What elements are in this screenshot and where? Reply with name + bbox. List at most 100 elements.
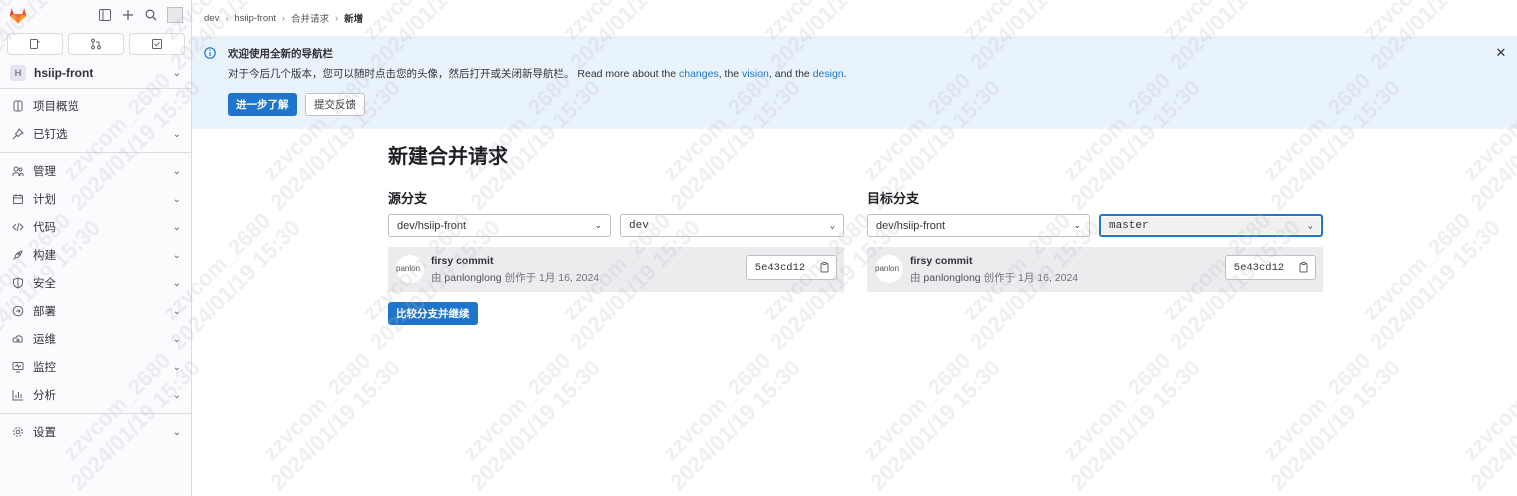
sidebar-item-label: 构建 bbox=[33, 250, 56, 262]
breadcrumb-item-new[interactable]: 新增 bbox=[344, 11, 363, 25]
users-icon bbox=[12, 165, 24, 177]
chevron-down-icon: ⌄ bbox=[172, 221, 181, 233]
chevron-down-icon: ⌄ bbox=[1307, 220, 1313, 231]
chevron-down-icon: ⌄ bbox=[172, 249, 181, 261]
breadcrumb-separator-icon: › bbox=[225, 13, 229, 23]
plus-icon[interactable] bbox=[121, 8, 135, 22]
sidebar-item-label: 设置 bbox=[33, 427, 56, 439]
project-icon bbox=[12, 100, 24, 112]
source-project-select[interactable]: dev/hsiip-front ⌄ bbox=[388, 214, 611, 237]
breadcrumb-item-dev[interactable]: dev bbox=[204, 13, 219, 24]
breadcrumb: dev › hsiip-front › 合并请求 › 新增 bbox=[192, 0, 1517, 36]
sidebar-item-settings[interactable]: 设置 ⌄ bbox=[0, 418, 191, 446]
issues-icon bbox=[30, 39, 40, 49]
code-icon bbox=[12, 221, 24, 233]
chevron-down-icon: ⌄ bbox=[172, 277, 181, 289]
search-icon[interactable] bbox=[144, 8, 158, 22]
sidebar-item-label: 项目概览 bbox=[33, 101, 79, 113]
chevron-down-icon: ⌄ bbox=[172, 128, 181, 140]
sidebar-item-monitor[interactable]: 监控 ⌄ bbox=[0, 353, 191, 381]
chevron-down-icon: ⌄ bbox=[172, 193, 181, 205]
commit-author-avatar[interactable]: panlon bbox=[875, 255, 903, 283]
copy-icon[interactable] bbox=[813, 255, 837, 280]
sidebar-item-cloud-gear[interactable]: 运维 ⌄ bbox=[0, 325, 191, 353]
sidebar-item-calendar[interactable]: 计划 ⌄ bbox=[0, 185, 191, 213]
sidebar-item-label: 安全 bbox=[33, 278, 56, 290]
compare-branches-button[interactable]: 比较分支并继续 bbox=[388, 302, 478, 325]
commit-author[interactable]: panlonglong bbox=[923, 272, 980, 284]
todos-button[interactable] bbox=[129, 33, 185, 55]
commit-title[interactable]: firsy commit bbox=[910, 255, 972, 267]
sidebar-item-chart[interactable]: 分析 ⌄ bbox=[0, 381, 191, 409]
chevron-down-icon: ⌄ bbox=[172, 333, 181, 345]
cloud-gear-icon bbox=[12, 333, 24, 345]
target-branch-value: master bbox=[1109, 219, 1149, 232]
banner-suffix: . bbox=[843, 68, 847, 80]
link-design[interactable]: design bbox=[813, 68, 844, 80]
banner-separator: , and the bbox=[768, 68, 813, 80]
chevron-down-icon: ⌄ bbox=[172, 426, 181, 438]
link-vision[interactable]: vision bbox=[742, 68, 769, 80]
source-branch-select[interactable]: dev ⌄ bbox=[620, 214, 844, 237]
project-switcher[interactable]: H hsiip-front ⌄ bbox=[6, 58, 185, 88]
merge-request-icon bbox=[91, 38, 101, 50]
commit-meta: 由 panlonglong 创作于 1月 16, 2024 bbox=[431, 270, 599, 285]
learn-more-button[interactable]: 进一步了解 bbox=[228, 93, 297, 116]
rocket-icon bbox=[12, 249, 24, 261]
commit-title[interactable]: firsy commit bbox=[431, 255, 493, 267]
commit-meta: 由 panlonglong 创作于 1月 16, 2024 bbox=[910, 270, 1078, 285]
commit-sha-button[interactable]: 5e43cd12 bbox=[746, 255, 814, 280]
target-branch-select[interactable]: master ⌄ bbox=[1099, 214, 1323, 237]
chevron-down-icon: ⌄ bbox=[172, 305, 181, 317]
target-project-value: dev/hsiip-front bbox=[876, 219, 946, 232]
source-commit-box: panlon firsy commit 由 panlonglong 创作于 1月… bbox=[388, 247, 844, 292]
commit-sha-button[interactable]: 5e43cd12 bbox=[1225, 255, 1293, 280]
commit-author-avatar[interactable]: panlon bbox=[396, 255, 424, 283]
sidebar: H hsiip-front ⌄ 项目概览 已钉选 ⌄ 管理 ⌄ 计划 ⌄ 代码 ⌄ 构建 ⌄ 安全 ⌄ 部… bbox=[0, 0, 192, 496]
sidebar-item-label: 分析 bbox=[33, 390, 56, 402]
commit-author[interactable]: panlonglong bbox=[444, 272, 501, 284]
target-commit-box: panlon firsy commit 由 panlonglong 创作于 1月… bbox=[867, 247, 1323, 292]
merge-requests-button[interactable] bbox=[68, 33, 124, 55]
commit-meta-prefix: 由 bbox=[431, 272, 445, 284]
breadcrumb-item-merge-requests[interactable]: 合并请求 bbox=[291, 11, 329, 25]
target-project-select[interactable]: dev/hsiip-front ⌄ bbox=[867, 214, 1090, 237]
sidebar-toggle-icon[interactable] bbox=[98, 8, 112, 22]
user-avatar[interactable] bbox=[167, 7, 183, 23]
sidebar-divider bbox=[0, 152, 191, 153]
project-name: hsiip-front bbox=[34, 66, 94, 80]
sidebar-item-label: 计划 bbox=[33, 194, 56, 206]
monitor-icon bbox=[12, 361, 24, 373]
commit-meta-prefix: 由 bbox=[910, 272, 924, 284]
calendar-icon bbox=[12, 193, 24, 205]
sidebar-item-project[interactable]: 项目概览 bbox=[0, 92, 191, 120]
link-changes[interactable]: changes bbox=[679, 68, 719, 80]
copy-icon[interactable] bbox=[1292, 255, 1316, 280]
sidebar-item-code[interactable]: 代码 ⌄ bbox=[0, 213, 191, 241]
sidebar-item-shield[interactable]: 安全 ⌄ bbox=[0, 269, 191, 297]
target-branch-label: 目标分支 bbox=[867, 191, 920, 206]
sidebar-item-label: 运维 bbox=[33, 334, 56, 346]
sidebar-item-label: 管理 bbox=[33, 166, 56, 178]
sidebar-item-users[interactable]: 管理 ⌄ bbox=[0, 157, 191, 185]
issues-button[interactable] bbox=[7, 33, 63, 55]
breadcrumb-separator-icon: › bbox=[282, 13, 286, 23]
sidebar-item-pin[interactable]: 已钉选 ⌄ bbox=[0, 120, 191, 148]
settings-icon bbox=[12, 426, 24, 438]
feedback-button[interactable]: 提交反馈 bbox=[305, 93, 365, 116]
source-branch-value: dev bbox=[629, 219, 649, 232]
source-project-value: dev/hsiip-front bbox=[397, 219, 467, 232]
chevron-down-icon: ⌄ bbox=[829, 220, 835, 231]
chevron-down-icon: ⌄ bbox=[172, 361, 181, 373]
gitlab-logo-icon[interactable] bbox=[8, 5, 28, 25]
close-icon[interactable]: ✕ bbox=[1495, 46, 1507, 59]
sidebar-item-deployments[interactable]: 部署 ⌄ bbox=[0, 297, 191, 325]
banner-body: 对于今后几个版本，您可以随时点击您的头像，然后打开或关闭新导航栏。 Read m… bbox=[228, 66, 847, 81]
shield-icon bbox=[12, 277, 24, 289]
chart-icon bbox=[12, 389, 24, 401]
breadcrumb-item-project[interactable]: hsiip-front bbox=[234, 13, 276, 24]
source-branch-section: 源分支 dev/hsiip-front ⌄ dev ⌄ panlon firsy… bbox=[388, 188, 844, 292]
sidebar-divider bbox=[0, 88, 191, 89]
breadcrumb-separator-icon: › bbox=[335, 13, 339, 23]
sidebar-item-rocket[interactable]: 构建 ⌄ bbox=[0, 241, 191, 269]
